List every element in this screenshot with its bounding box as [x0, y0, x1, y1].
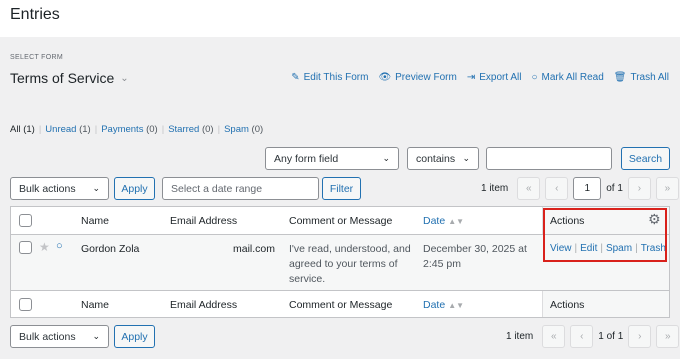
date-range-input[interactable]: Select a date range [162, 177, 319, 200]
trash-all-label: Trash All [630, 72, 669, 83]
footer-comment: Comment or Message [289, 299, 393, 311]
next-page-button[interactable]: › [627, 177, 651, 200]
item-count-bottom: 1 item [506, 331, 534, 342]
select-all-checkbox-footer[interactable] [19, 298, 32, 311]
entry-email: mail.com [233, 243, 276, 255]
prev-page-button-bottom[interactable]: ‹ [570, 325, 594, 348]
header-date[interactable]: Date ▲▼ [423, 215, 464, 227]
search-button[interactable]: Search [621, 147, 670, 170]
apply-button-top[interactable]: Apply [114, 177, 155, 200]
actions-highlight-box [543, 208, 667, 262]
filter-starred-count: (0) [201, 124, 214, 135]
edit-form-link[interactable]: ✎ Edit This Form [291, 72, 368, 83]
footer-date-label: Date [423, 299, 446, 311]
form-selector[interactable]: Terms of Service ⌄ [10, 70, 129, 86]
apply-button-bottom[interactable]: Apply [114, 325, 155, 348]
header-email: Email Address [170, 215, 238, 227]
trash-icon: 🗑 [613, 72, 627, 83]
entry-date: December 30, 2025 at 2:45 pm [423, 243, 527, 270]
page-total: of 1 [606, 183, 623, 194]
search-operator-value: contains [416, 152, 456, 165]
search-field-select[interactable]: Any form field ⌄ [265, 147, 399, 170]
page-title: Entries [10, 6, 60, 23]
sort-icon: ▲▼ [448, 217, 465, 226]
unread-circle-icon[interactable]: ○ [56, 240, 63, 252]
filter-button[interactable]: Filter [322, 177, 361, 200]
form-name: Terms of Service [10, 70, 115, 86]
footer-email: Email Address [170, 299, 238, 311]
circle-icon: ○ [531, 72, 538, 83]
filter-payments[interactable]: Payments [101, 124, 143, 135]
current-page-input[interactable]: 1 [573, 177, 602, 200]
search-input[interactable] [486, 147, 612, 170]
filter-payments-count: (0) [146, 124, 158, 135]
first-page-button-bottom[interactable]: « [542, 325, 566, 348]
filter-starred-label: Starred [168, 124, 200, 135]
footer-name: Name [81, 299, 110, 311]
bulk-actions-select-top[interactable]: Bulk actions ⌄ [10, 177, 109, 200]
sort-icon: ▲▼ [448, 301, 465, 310]
page-indicator-bottom: 1 of 1 [598, 331, 624, 342]
bulk-actions-select-bottom[interactable]: Bulk actions ⌄ [10, 325, 109, 348]
chevron-down-icon: ⌄ [92, 331, 100, 341]
select-form-label: SELECT FORM [10, 54, 63, 61]
entry-name: Gordon Zola [81, 243, 140, 255]
header-bar: Entries [0, 0, 680, 37]
header-date-label: Date [423, 215, 446, 227]
filter-all[interactable]: All (1) [10, 124, 35, 135]
trash-all-link[interactable]: 🗑 Trash All [614, 72, 669, 83]
mark-all-read-label: Mark All Read [541, 72, 604, 83]
filter-spam-label: Spam [224, 124, 249, 135]
preview-form-link[interactable]: 👁 Preview Form [378, 72, 456, 83]
eye-icon: 👁 [378, 72, 392, 83]
last-page-button[interactable]: » [655, 177, 679, 200]
header-name: Name [81, 215, 110, 227]
edit-form-label: Edit This Form [303, 72, 369, 83]
chevron-down-icon: ⌄ [120, 72, 129, 84]
entry-comment: I've read, understood, and agreed to you… [289, 243, 411, 285]
export-all-label: Export All [479, 72, 522, 83]
export-icon: ⇥ [466, 72, 476, 83]
filter-payments-label: Payments [101, 124, 144, 135]
filter-spam[interactable]: Spam [224, 124, 249, 135]
next-page-button-bottom[interactable]: › [628, 325, 652, 348]
status-filters: All (1) | Unread (1) | Payments (0) | Starred … [10, 124, 264, 135]
footer-date[interactable]: Date ▲▼ [423, 299, 464, 311]
last-page-button-bottom[interactable]: » [656, 325, 680, 348]
star-icon[interactable]: ★ [39, 240, 50, 254]
search-operator-select[interactable]: contains ⌄ [407, 147, 479, 170]
filter-unread[interactable]: Unread [45, 124, 76, 135]
filter-starred[interactable]: Starred [168, 124, 199, 135]
mark-all-read-link[interactable]: ○ Mark All Read [531, 72, 603, 83]
preview-form-label: Preview Form [395, 72, 457, 83]
filter-all-label: All [10, 124, 21, 135]
row-checkbox[interactable] [19, 241, 32, 254]
filter-unread-label: Unread [45, 124, 77, 135]
chevron-down-icon: ⌄ [462, 153, 470, 163]
search-field-value: Any form field [274, 152, 339, 165]
prev-page-button[interactable]: ‹ [545, 177, 569, 200]
select-all-checkbox[interactable] [19, 214, 32, 227]
pencil-icon: ✎ [291, 72, 300, 83]
chevron-down-icon: ⌄ [92, 183, 100, 193]
table-footer-row: Name Email Address Comment or Message Da… [11, 291, 669, 318]
filter-spam-count: (0) [251, 124, 264, 135]
filter-unread-count: (1) [79, 124, 91, 135]
pagination-bottom: 1 item « ‹ 1 of 1 › » [506, 325, 680, 348]
form-actions-bar: ✎ Edit This Form 👁 Preview Form ⇥ Export… [291, 72, 669, 83]
item-count: 1 item [481, 183, 509, 194]
bulk-actions-bottom-value: Bulk actions [19, 330, 76, 343]
header-comment: Comment or Message [289, 215, 393, 227]
chevron-down-icon: ⌄ [382, 153, 390, 163]
filter-all-count: (1) [23, 124, 35, 135]
export-all-link[interactable]: ⇥ Export All [467, 72, 522, 83]
footer-actions: Actions [550, 299, 585, 311]
pagination-top: 1 item « ‹ 1 of 1 › » [481, 177, 679, 200]
bulk-actions-value: Bulk actions [19, 182, 76, 195]
first-page-button[interactable]: « [517, 177, 541, 200]
